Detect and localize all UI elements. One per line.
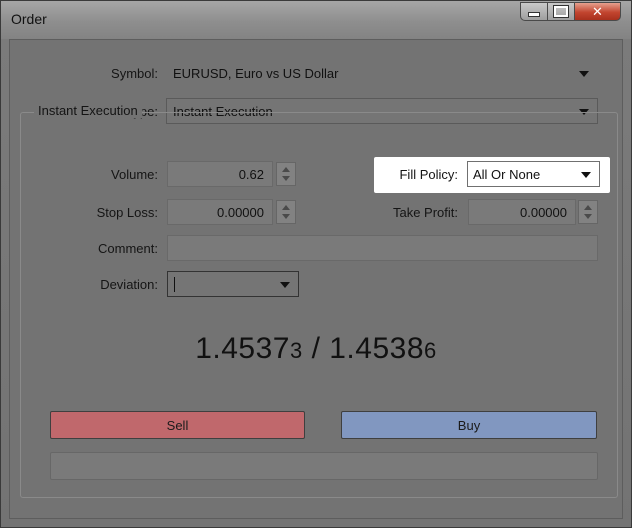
price-quote: 1.45373 / 1.45386: [0, 332, 632, 366]
chevron-down-icon: [579, 71, 589, 77]
volume-label: Volume:: [111, 167, 158, 182]
symbol-label: Symbol:: [111, 66, 158, 81]
spin-up-icon: [282, 205, 290, 210]
stop-loss-spinner[interactable]: [276, 200, 296, 224]
close-button[interactable]: ✕: [574, 2, 621, 21]
group-title: Instant Execution: [34, 103, 142, 118]
take-profit-spinner[interactable]: [578, 200, 598, 224]
close-icon: ✕: [592, 3, 603, 19]
window-title: Order: [11, 11, 47, 27]
buy-button[interactable]: Buy: [341, 411, 597, 439]
maximize-icon: [553, 5, 569, 18]
spin-up-icon: [282, 167, 290, 172]
take-profit-value: 0.00000: [520, 204, 567, 220]
maximize-button[interactable]: [547, 2, 574, 21]
symbol-select[interactable]: EURUSD, Euro vs US Dollar: [166, 60, 598, 86]
status-bar: [50, 452, 598, 480]
deviation-label: Deviation:: [100, 277, 158, 292]
spin-down-icon: [282, 214, 290, 219]
stop-loss-label: Stop Loss:: [96, 205, 158, 220]
chevron-down-icon: [581, 172, 591, 178]
comment-label: Comment:: [98, 241, 158, 256]
sell-button[interactable]: Sell: [50, 411, 305, 439]
spin-up-icon: [584, 205, 592, 210]
stop-loss-value: 0.00000: [217, 204, 264, 220]
spin-down-icon: [584, 214, 592, 219]
stop-loss-input[interactable]: 0.00000: [167, 199, 273, 225]
symbol-value: EURUSD, Euro vs US Dollar: [173, 65, 339, 81]
title-bar[interactable]: Order ✕: [1, 1, 631, 39]
fill-policy-label: Fill Policy:: [399, 167, 458, 182]
comment-input[interactable]: [167, 235, 598, 261]
take-profit-label: Take Profit:: [392, 205, 458, 220]
bid-price: 1.4537: [195, 332, 290, 365]
price-separator: /: [302, 332, 330, 365]
chevron-down-icon: [280, 282, 290, 288]
ask-price: 1.4538: [329, 332, 425, 365]
minimize-icon: [528, 12, 540, 17]
spin-down-icon: [282, 176, 290, 181]
volume-spinner[interactable]: [276, 162, 296, 186]
volume-value: 0.62: [238, 166, 264, 182]
volume-input[interactable]: 0.62: [167, 161, 273, 187]
window-controls: ✕: [520, 2, 621, 22]
ask-price-pip: 6: [424, 338, 437, 363]
take-profit-input[interactable]: 0.00000: [468, 199, 576, 225]
text-caret: [174, 276, 175, 292]
deviation-select[interactable]: [167, 271, 299, 297]
minimize-button[interactable]: [520, 2, 547, 21]
fill-policy-value: All Or None: [473, 166, 541, 182]
fill-policy-select[interactable]: All Or None: [467, 161, 600, 187]
bid-price-pip: 3: [289, 338, 303, 363]
